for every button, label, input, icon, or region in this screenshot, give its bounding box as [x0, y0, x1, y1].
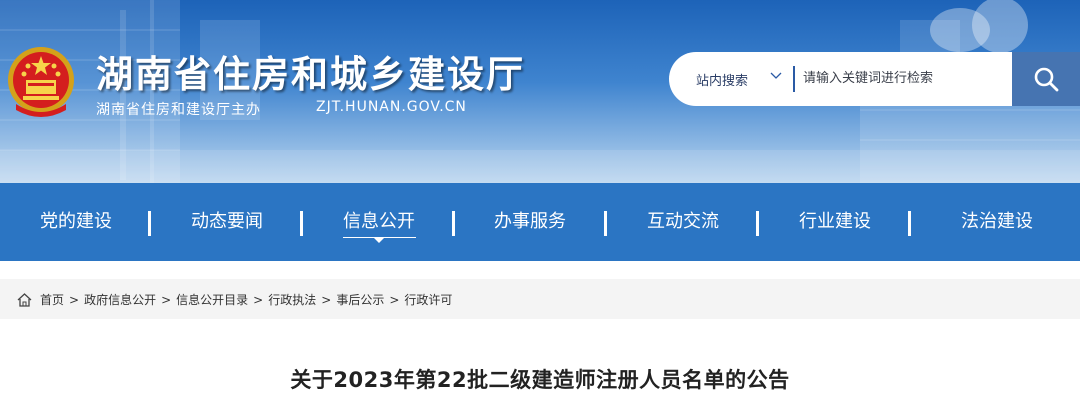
search-box: 站内搜索 — [669, 52, 1080, 106]
nav-divider — [452, 211, 455, 236]
nav-divider — [604, 211, 607, 236]
national-emblem-icon — [8, 47, 74, 117]
nav-item-party-building[interactable]: 党的建设 — [40, 183, 112, 261]
breadcrumb-link-admin-enforcement[interactable]: 行政执法 — [268, 291, 316, 308]
breadcrumb-separator: > — [161, 292, 172, 307]
nav-divider — [908, 211, 911, 236]
breadcrumb-link-gov-info[interactable]: 政府信息公开 — [84, 291, 156, 308]
nav-divider — [300, 211, 303, 236]
nav-item-news[interactable]: 动态要闻 — [191, 183, 263, 261]
breadcrumb-link-info-catalog[interactable]: 信息公开目录 — [176, 291, 248, 308]
search-icon — [1034, 67, 1059, 92]
chevron-down-icon[interactable] — [770, 72, 782, 80]
breadcrumb-bar: 首页 > 政府信息公开 > 信息公开目录 > 行政执法 > 事后公示 > 行政许… — [0, 279, 1080, 319]
breadcrumb-separator: > — [253, 292, 264, 307]
home-icon[interactable] — [17, 292, 32, 307]
nav-item-interaction[interactable]: 互动交流 — [647, 183, 719, 261]
breadcrumb-separator: > — [321, 292, 332, 307]
active-tab-caret-icon — [373, 237, 385, 243]
search-divider — [793, 66, 795, 92]
nav-divider — [756, 211, 759, 236]
search-scope-select[interactable]: 站内搜索 — [696, 70, 748, 89]
nav-item-info-disclosure[interactable]: 信息公开 — [343, 183, 415, 261]
breadcrumb-link-home[interactable]: 首页 — [40, 291, 64, 308]
breadcrumb-link-admin-license[interactable]: 行政许可 — [404, 291, 452, 308]
breadcrumb: 首页 > 政府信息公开 > 信息公开目录 > 行政执法 > 事后公示 > 行政许… — [17, 291, 452, 308]
search-input[interactable] — [803, 67, 1003, 89]
nav-item-rule-of-law[interactable]: 法治建设 — [961, 183, 1033, 261]
nav-item-services[interactable]: 办事服务 — [494, 183, 566, 261]
search-button[interactable] — [1012, 52, 1080, 106]
site-sponsor: 湖南省住房和建设厅主办 — [96, 102, 261, 118]
article-title: 关于2023年第22批二级建造师注册人员名单的公告 — [290, 368, 790, 392]
breadcrumb-link-post-publicity[interactable]: 事后公示 — [336, 291, 384, 308]
nav-divider — [148, 211, 151, 236]
nav-item-industry[interactable]: 行业建设 — [799, 183, 871, 261]
header-banner: 湖南省住房和城乡建设厅 湖南省住房和建设厅主办 ZJT.HUNAN.GOV.CN… — [0, 0, 1080, 183]
breadcrumb-separator: > — [389, 292, 400, 307]
site-domain: ZJT.HUNAN.GOV.CN — [316, 99, 467, 115]
site-title: 湖南省住房和城乡建设厅 — [96, 53, 525, 96]
breadcrumb-separator: > — [69, 292, 80, 307]
